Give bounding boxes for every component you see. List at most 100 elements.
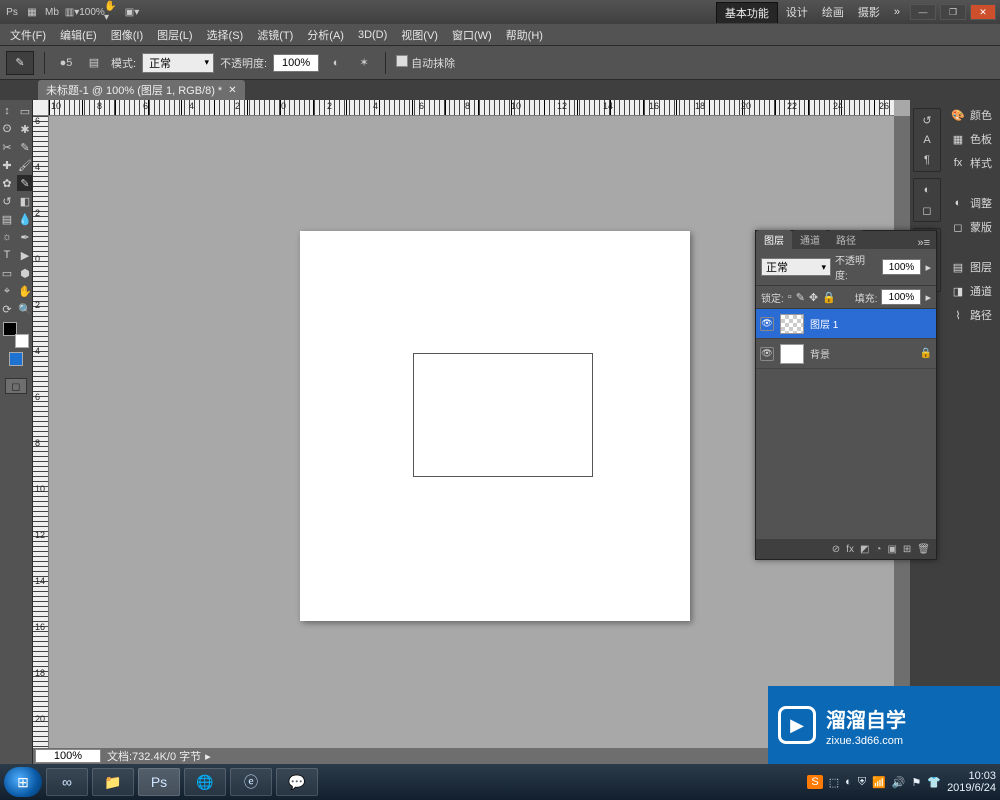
panel-paths[interactable]: ⌇路径 — [944, 304, 1000, 326]
zoom-tool[interactable]: 🔍 — [17, 301, 33, 317]
mask-icon[interactable]: ◻ — [918, 202, 936, 218]
layer-row[interactable]: 👁 图层 1 — [756, 309, 936, 339]
taskbar-explorer[interactable]: 📁 — [92, 768, 134, 796]
taskbar-media[interactable]: ∞ — [46, 768, 88, 796]
brush-tool[interactable]: 🖌 — [17, 157, 33, 173]
tray-wifi-icon[interactable]: 📶 — [872, 776, 886, 789]
menu-edit[interactable]: 编辑(E) — [54, 25, 103, 45]
lasso-tool[interactable]: ʘ — [0, 121, 15, 137]
panel-color[interactable]: 🎨颜色 — [944, 104, 1000, 126]
menu-help[interactable]: 帮助(H) — [500, 25, 549, 45]
panel-layers[interactable]: ▤图层 — [944, 256, 1000, 278]
eraser-tool[interactable]: ◧ — [17, 193, 33, 209]
menu-3d[interactable]: 3D(D) — [352, 27, 393, 43]
blend-mode-dropdown[interactable]: 正常 — [142, 53, 214, 73]
group-icon[interactable]: ▣ — [887, 544, 896, 555]
chevron-right-icon[interactable]: ▸ — [205, 750, 211, 763]
document-tab[interactable]: 未标题-1 @ 100% (图层 1, RGB/8) * ✕ — [38, 80, 245, 100]
taskbar-photoshop[interactable]: Ps — [138, 768, 180, 796]
panel-styles[interactable]: fx样式 — [944, 152, 1000, 174]
taskbar-wechat[interactable]: 💬 — [276, 768, 318, 796]
opacity-input[interactable]: 100% — [273, 54, 319, 72]
type-tool[interactable]: T — [0, 247, 15, 263]
chevron-down-icon[interactable]: ▸ — [925, 291, 931, 304]
marquee-tool[interactable]: ▭ — [17, 103, 33, 119]
menu-select[interactable]: 选择(S) — [201, 25, 250, 45]
zoom-input[interactable]: 100% — [35, 749, 101, 763]
lock-paint-icon[interactable]: ✎ — [796, 291, 805, 304]
heal-tool[interactable]: ✚ — [0, 157, 15, 173]
blur-tool[interactable]: 💧 — [17, 211, 33, 227]
menu-image[interactable]: 图像(I) — [105, 25, 149, 45]
window-close[interactable]: ✕ — [970, 4, 996, 20]
layer-thumbnail[interactable] — [780, 344, 804, 364]
tab-layers[interactable]: 图层 — [756, 230, 792, 249]
panel-adjustments[interactable]: ◐调整 — [944, 192, 1000, 214]
tray-icon[interactable]: ⬚ — [829, 776, 839, 789]
3d-camera-tool[interactable]: ⌖ — [0, 283, 15, 299]
layer-row[interactable]: 👁 背景 🔒 — [756, 339, 936, 369]
mb-icon[interactable]: Mb — [44, 4, 60, 20]
pressure-size-icon[interactable]: ✶ — [353, 52, 375, 74]
3d-tool[interactable]: ⬢ — [17, 265, 33, 281]
panel-masks[interactable]: ◻蒙版 — [944, 216, 1000, 238]
tray-icon[interactable]: ◐ — [845, 776, 852, 788]
document-info[interactable]: 文档:732.4K/0 字节 — [107, 748, 201, 764]
lock-all-icon[interactable]: 🔒 — [822, 291, 836, 304]
layer-name[interactable]: 图层 1 — [810, 316, 838, 331]
lock-trans-icon[interactable]: ▫ — [788, 291, 792, 303]
adjust-icon[interactable]: ◐ — [918, 182, 936, 198]
dodge-tool[interactable]: ☼ — [0, 229, 15, 245]
layer-name[interactable]: 背景 — [810, 346, 830, 361]
menu-window[interactable]: 窗口(W) — [446, 25, 498, 45]
pressure-opacity-icon[interactable]: ◐ — [325, 52, 347, 74]
gradient-tool[interactable]: ▤ — [0, 211, 15, 227]
ruler-horizontal[interactable]: 10864202468101214161820222426 — [49, 100, 894, 116]
pencil-tool[interactable]: ✎ — [17, 175, 33, 191]
taskbar-ie[interactable]: ⓔ — [230, 768, 272, 796]
char-panel-icon[interactable]: A — [918, 132, 936, 148]
pen-tool[interactable]: ✒ — [17, 229, 33, 245]
link-layers-icon[interactable]: ⊘ — [832, 544, 840, 555]
panel-menu-icon[interactable]: »≡ — [911, 237, 936, 249]
layer-opacity-input[interactable]: 100% — [882, 259, 922, 275]
history-icon[interactable]: ↺ — [918, 112, 936, 128]
autoerase-checkbox[interactable]: 自动抹除 — [396, 55, 455, 71]
rotate-view-tool[interactable]: ⟳ — [0, 301, 15, 317]
menu-analysis[interactable]: 分析(A) — [301, 25, 350, 45]
crop-tool[interactable]: ✂ — [0, 139, 15, 155]
move-tool[interactable]: ↕ — [0, 103, 15, 119]
visibility-icon[interactable]: 👁 — [760, 317, 774, 331]
taskbar-browser[interactable]: 🌐 — [184, 768, 226, 796]
fill-adj-icon[interactable]: ◔ — [875, 544, 881, 555]
extra-swatch[interactable] — [9, 352, 23, 366]
stamp-tool[interactable]: ✿ — [0, 175, 15, 191]
view-arrange-icon[interactable]: ▥▾ — [64, 4, 80, 20]
tray-sogou-icon[interactable]: S — [807, 775, 822, 789]
window-minimize[interactable]: — — [910, 4, 936, 20]
layers-panel[interactable]: 图层 通道 路径 »≡ 正常 不透明度: 100% ▸ 锁定: ▫ ✎ ✥ 🔒 … — [755, 230, 937, 560]
zoom-level[interactable]: 100% — [84, 4, 100, 20]
bridge-icon[interactable]: ▦ — [24, 4, 40, 20]
tray-clock[interactable]: 10:03 2019/6/24 — [947, 770, 996, 794]
path-select-tool[interactable]: ▶ — [17, 247, 33, 263]
brush-panel-icon[interactable]: ▤ — [83, 52, 105, 74]
layer-mask-icon[interactable]: ◩ — [860, 544, 869, 555]
tab-paths[interactable]: 路径 — [828, 230, 864, 249]
new-layer-icon[interactable]: ⊞ — [903, 544, 911, 555]
background-swatch[interactable] — [15, 334, 29, 348]
workspace-paint[interactable]: 绘画 — [816, 2, 850, 22]
brush-preset-icon[interactable]: ●5 — [55, 52, 77, 74]
start-button[interactable]: ⊞ — [4, 767, 42, 797]
visibility-icon[interactable]: 👁 — [760, 347, 774, 361]
color-swatches[interactable] — [3, 322, 29, 348]
layer-blend-dropdown[interactable]: 正常 — [761, 258, 831, 276]
eyedropper-tool[interactable]: ✎ — [17, 139, 33, 155]
quick-mask-icon[interactable]: ◻ — [5, 378, 27, 394]
menu-filter[interactable]: 滤镜(T) — [251, 25, 299, 45]
workspace-active[interactable]: 基本功能 — [716, 2, 778, 23]
window-restore[interactable]: ❐ — [940, 4, 966, 20]
tray-icon[interactable]: 👕 — [927, 776, 941, 789]
tray-icon[interactable]: ⚑ — [911, 776, 921, 789]
chevron-down-icon[interactable]: ▸ — [925, 261, 931, 274]
